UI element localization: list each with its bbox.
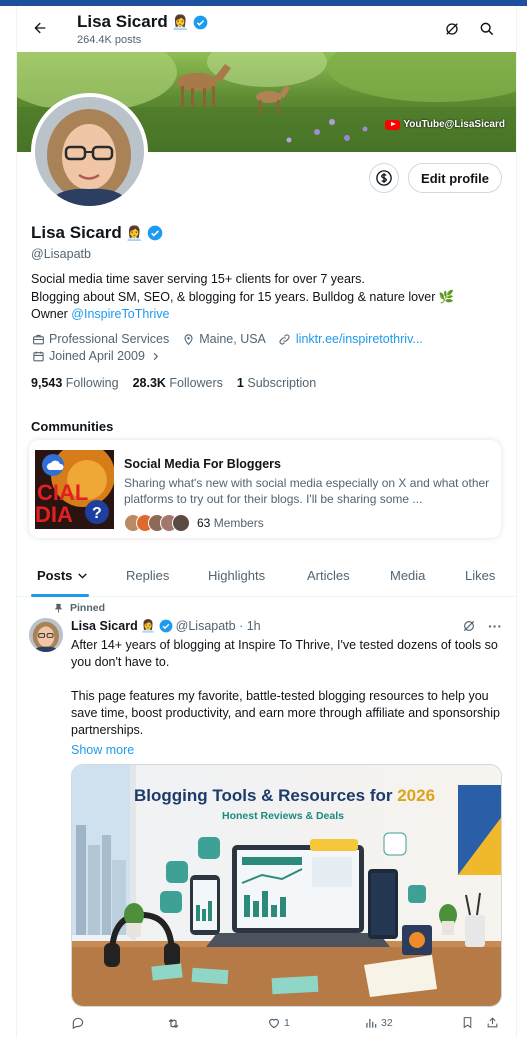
profile-column: Lisa Sicard 👩‍💼 264.4K posts [16,6,517,1037]
views-chart-icon [366,1018,377,1028]
svg-text:?: ? [92,505,102,522]
tab-highlights[interactable]: Highlights [208,553,265,597]
share-button[interactable] [486,1016,499,1029]
heart-icon [269,1018,279,1029]
bio-mention-link[interactable]: @InspireToThrive [71,307,169,321]
subscribe-money-button[interactable] [369,163,399,193]
views-button[interactable]: 32 [364,1016,393,1030]
verified-badge-icon [159,619,173,633]
svg-text:DIA: DIA [35,502,73,527]
post-author-avatar[interactable] [29,618,63,652]
profile-header: Lisa Sicard 👩‍💼 264.4K posts [17,6,516,52]
briefcase-icon [31,332,45,346]
profile-bio: Social media time saver serving 15+ clie… [31,272,455,321]
member-avatar [172,514,190,532]
tab-replies[interactable]: Replies [126,553,169,597]
more-options-button[interactable]: ··· [488,618,502,634]
header-title: Lisa Sicard 👩‍💼 [77,12,208,32]
profile-avatar[interactable] [31,93,148,210]
profile-category: Professional Services [49,332,170,346]
like-button[interactable]: 1 [267,1016,290,1030]
grok-button[interactable] [441,18,463,40]
bookmark-button[interactable] [461,1016,474,1029]
profile-website-link[interactable]: linktr.ee/inspiretothriv... [296,332,423,346]
youtube-tag: YouTube@LisaSicard [385,119,505,130]
profile-tabs: Posts Replies Highlights Articles Media … [17,553,516,597]
pin-icon [54,603,63,613]
reply-icon [72,1017,84,1030]
edit-profile-button[interactable]: Edit profile [408,163,502,193]
tab-articles[interactable]: Articles [307,553,350,597]
active-tab-indicator [31,594,89,597]
media-subtitle: Honest Reviews & Deals [222,810,344,822]
post-header: Lisa Sicard 👩‍💼 @Lisapatb · 1h [71,619,261,633]
search-button[interactable] [476,18,498,40]
emoji-icon: 👩‍💼 [140,619,156,633]
posts-count: 264.4K posts [77,34,142,46]
link-icon [278,332,292,346]
back-button[interactable] [27,15,53,41]
post-body: After 14+ years of blogging at Inspire T… [71,638,500,737]
pinned-label: Pinned [53,602,105,614]
repost-icon [168,1018,179,1029]
avatar-photo [35,97,144,206]
community-description: Sharing what's new with social media esp… [124,476,490,506]
profile-handle: @Lisapatb [31,247,91,261]
reply-button[interactable] [71,1016,88,1030]
emoji-icon: 👩‍💼 [171,13,190,30]
community-name: Social Media For Bloggers [124,457,281,471]
verified-badge-icon [193,15,208,29]
joined-date: Joined April 2009 [49,349,145,363]
post-tools: ··· [462,618,502,634]
grok-icon [446,23,458,35]
bookmark-icon [463,1017,472,1029]
tab-likes[interactable]: Likes [465,553,495,597]
community-thumbnail: CIAL DIA ? [35,450,114,529]
verified-badge-icon[interactable] [147,225,163,241]
grok-icon[interactable] [462,619,476,633]
share-icon [487,1017,498,1028]
back-arrow-icon [34,22,46,34]
emoji-icon: 👩‍💼 [125,224,144,241]
search-icon [480,22,494,36]
followers-link[interactable]: 28.3K Followers [133,376,223,390]
profile-location: Maine, USA [199,332,266,346]
chevron-right-icon [149,349,163,363]
post-actions: 1 32 [71,1016,511,1034]
community-card[interactable]: CIAL DIA ? Social Media For Bloggers Sha… [29,440,501,538]
profile-meta-row: Professional Services Maine, USA linktr.… [31,332,423,346]
media-title: Blogging Tools & Resources for 2026 [134,786,436,805]
joined-row[interactable]: Joined April 2009 [31,349,163,363]
post-handle-time: @Lisapatb · 1h [175,619,261,633]
chevron-down-icon [78,572,88,579]
subscriptions-link[interactable]: 1 Subscription [237,376,316,390]
show-more-link[interactable]: Show more [71,743,134,757]
communities-heading: Communities [31,419,114,434]
repost-button[interactable] [166,1016,184,1031]
post-media-image[interactable]: Blogging Tools & Resources for 2026 Hone… [71,764,502,1007]
following-link[interactable]: 9,543 Following [31,376,119,390]
calendar-icon [31,349,45,363]
youtube-icon [385,119,401,130]
follow-stats: 9,543 Following 28.3K Followers 1 Subscr… [31,376,316,390]
profile-name: Lisa Sicard 👩‍💼 [31,223,163,243]
tab-posts[interactable]: Posts [31,553,89,597]
dollar-circle-icon [376,170,392,186]
tab-media[interactable]: Media [390,553,425,597]
location-icon [181,332,195,346]
post-author-name[interactable]: Lisa Sicard [71,619,138,633]
community-members: 63 Members [124,514,264,532]
